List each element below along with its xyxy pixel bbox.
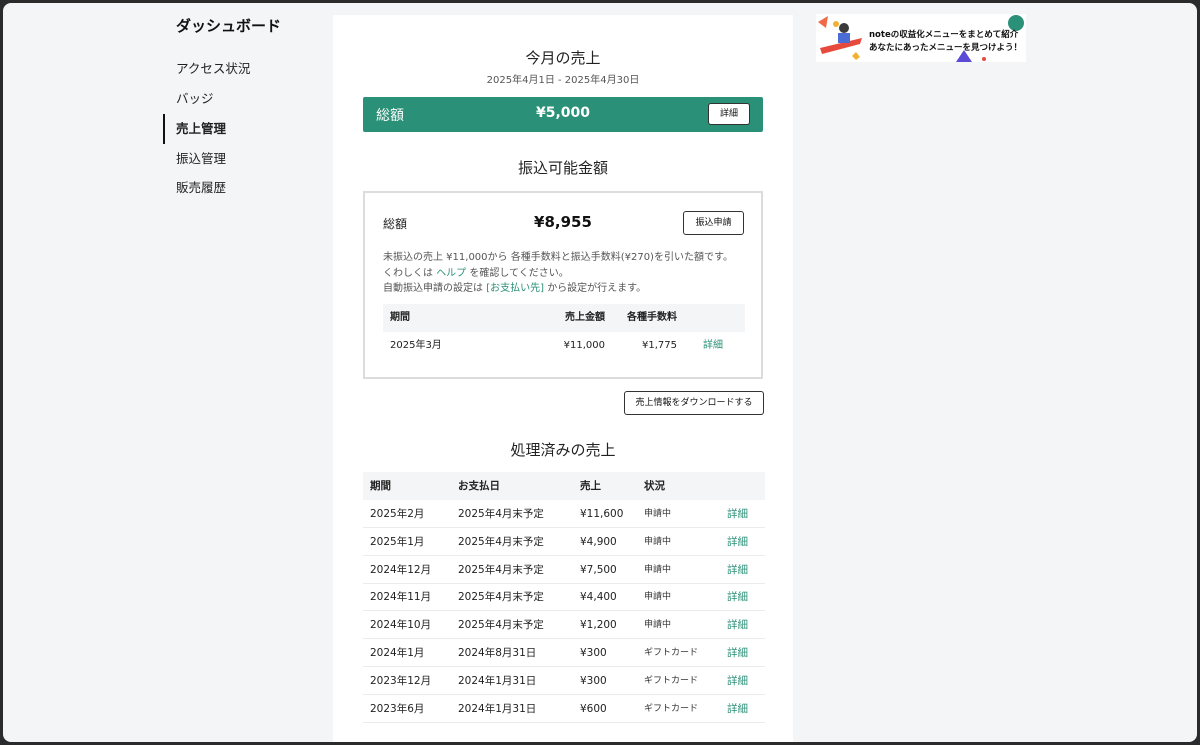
processed-table-header: 期間 お支払日 売上 状況 <box>363 472 765 500</box>
row-detail-link[interactable]: 詳細 <box>727 583 748 611</box>
row-sales: ¥600 <box>580 702 607 715</box>
row-payment-date: 2025年4月末予定 <box>458 591 544 604</box>
row-status: 申請中 <box>644 564 672 575</box>
app-window: ダッシュボード アクセス状況 バッジ 売上管理 振込管理 販売履歴 今月の売上 … <box>3 3 1197 742</box>
transfer-apply-button[interactable]: 振込申請 <box>683 211 744 235</box>
transferable-note-help: くわしくは ヘルプ を確認してください。 <box>383 264 569 279</box>
row-sales: ¥4,400 <box>580 591 617 604</box>
sidebar-item-access[interactable]: アクセス状況 <box>163 54 323 84</box>
row-period: 2024年12月 <box>370 563 432 576</box>
row-payment-date: 2025年4月末予定 <box>458 508 544 520</box>
row-payment-date: 2024年1月31日 <box>458 702 537 715</box>
table-row: 2024年12月 2025年4月末予定 ¥7,500 申請中 詳細 <box>363 556 765 584</box>
download-sales-button[interactable]: 売上情報をダウンロードする <box>624 391 764 415</box>
banner-line-2: あなたにあったメニューを見つけよう！ <box>869 43 1023 53</box>
row-period: 2023年12月 <box>370 674 432 687</box>
help-link[interactable]: ヘルプ <box>436 268 466 279</box>
table-row: 2024年11月 2025年4月末予定 ¥4,400 申請中 詳細 <box>363 583 765 612</box>
row-status: ギフトカード <box>644 675 699 686</box>
row-detail-link[interactable]: 詳細 <box>727 695 748 723</box>
transferable-table-header: 期間 売上金額 各種手数料 <box>383 304 745 332</box>
row-sales: ¥11,600 <box>580 508 624 520</box>
table-row: 2024年1月 2024年8月31日 ¥300 ギフトカード 詳細 <box>363 639 765 667</box>
row-status: 申請中 <box>644 592 672 603</box>
sidebar-title: ダッシュボード <box>176 17 282 35</box>
monthly-sales-title: 今月の売上 <box>525 49 601 67</box>
table-row: 2025年1月 2025年4月末予定 ¥4,900 申請中 詳細 <box>363 528 765 556</box>
promo-banner[interactable]: noteの収益化メニューをまとめて紹介 あなたにあったメニューを見つけよう！ <box>816 14 1026 62</box>
row-period: 2025年3月 <box>390 340 442 351</box>
processed-sales-title: 処理済みの売上 <box>510 441 616 459</box>
row-sales: ¥1,200 <box>580 619 617 632</box>
row-status: 申請中 <box>644 620 672 631</box>
note-auto-suffix: から設定が行えます。 <box>547 283 647 294</box>
row-detail-link[interactable]: 詳細 <box>703 332 723 360</box>
header-sales-amount: 売上金額 <box>565 312 605 323</box>
header-fees: 各種手数料 <box>627 312 677 323</box>
table-row: 2024年10月 2025年4月末予定 ¥1,200 申請中 詳細 <box>363 611 765 640</box>
row-sales: ¥300 <box>580 674 607 687</box>
row-period: 2024年10月 <box>370 619 432 632</box>
table-row: 2023年6月 2024年1月31日 ¥600 ギフトカード 詳細 <box>363 695 765 723</box>
monthly-total-bar: 総額 ¥5,000 詳細 <box>363 97 763 132</box>
banner-line-1: noteの収益化メニューをまとめて紹介 <box>869 30 1019 40</box>
row-sales-amount: ¥11,000 <box>563 340 605 351</box>
row-period: 2024年11月 <box>370 591 432 604</box>
row-status: ギフトカード <box>644 703 699 714</box>
payment-destination-link[interactable]: [お支払い先] <box>486 283 544 294</box>
row-sales: ¥7,500 <box>580 563 617 576</box>
transferable-note-fees: 未振込の売上 ¥11,000から 各種手数料と振込手数料(¥270)を引いた額で… <box>383 252 733 263</box>
table-row: 2025年2月 2025年4月末予定 ¥11,600 申請中 詳細 <box>363 500 765 528</box>
monthly-total-amount: ¥5,000 <box>535 105 591 121</box>
row-detail-link[interactable]: 詳細 <box>727 667 748 695</box>
row-payment-date: 2025年4月末予定 <box>458 563 544 576</box>
main-panel: 今月の売上 2025年4月1日 - 2025年4月30日 総額 ¥5,000 詳… <box>333 15 793 742</box>
row-sales: ¥300 <box>580 647 607 659</box>
sidebar-item-transfer[interactable]: 振込管理 <box>163 144 323 174</box>
sidebar-item-history[interactable]: 販売履歴 <box>163 173 323 203</box>
row-sales: ¥4,900 <box>580 535 617 548</box>
row-period: 2023年6月 <box>370 702 425 715</box>
row-detail-link[interactable]: 詳細 <box>727 528 748 556</box>
row-payment-date: 2025年4月末予定 <box>458 535 544 548</box>
row-period: 2025年1月 <box>370 535 425 548</box>
row-payment-date: 2025年4月末予定 <box>458 619 544 632</box>
row-detail-link[interactable]: 詳細 <box>727 611 748 639</box>
transferable-card: 総額 ¥8,955 振込申請 未振込の売上 ¥11,000から 各種手数料と振込… <box>363 191 763 379</box>
note-auto-prefix: 自動振込申請の設定は <box>383 283 483 294</box>
row-detail-link[interactable]: 詳細 <box>727 500 748 528</box>
transferable-title: 振込可能金額 <box>517 159 608 177</box>
row-detail-link[interactable]: 詳細 <box>727 556 748 584</box>
row-payment-date: 2024年1月31日 <box>458 674 537 687</box>
row-period: 2025年2月 <box>370 508 425 520</box>
sidebar-item-badge[interactable]: バッジ <box>163 84 323 114</box>
header-sales: 売上 <box>580 480 601 492</box>
header-period: 期間 <box>370 480 391 492</box>
note-help-prefix: くわしくは <box>383 268 433 279</box>
sidebar-item-sales[interactable]: 売上管理 <box>163 114 323 144</box>
row-status: ギフトカード <box>644 648 699 658</box>
monthly-date-range: 2025年4月1日 - 2025年4月30日 <box>486 75 640 86</box>
header-payment-date: お支払日 <box>458 480 500 492</box>
header-status: 状況 <box>644 480 665 492</box>
transferable-note-auto: 自動振込申請の設定は [お支払い先] から設定が行えます。 <box>383 279 646 294</box>
table-row: 2023年12月 2024年1月31日 ¥300 ギフトカード 詳細 <box>363 667 765 695</box>
header-period: 期間 <box>390 312 410 323</box>
table-row: 2025年3月 ¥11,000 ¥1,775 詳細 <box>383 332 745 360</box>
row-status: 申請中 <box>644 509 672 519</box>
row-status: 申請中 <box>644 536 672 547</box>
note-help-suffix: を確認してください。 <box>469 268 569 279</box>
row-payment-date: 2024年8月31日 <box>458 647 537 659</box>
row-fees: ¥1,775 <box>642 340 677 351</box>
monthly-detail-button[interactable]: 詳細 <box>708 103 750 125</box>
row-detail-link[interactable]: 詳細 <box>727 639 748 667</box>
row-period: 2024年1月 <box>370 647 425 659</box>
